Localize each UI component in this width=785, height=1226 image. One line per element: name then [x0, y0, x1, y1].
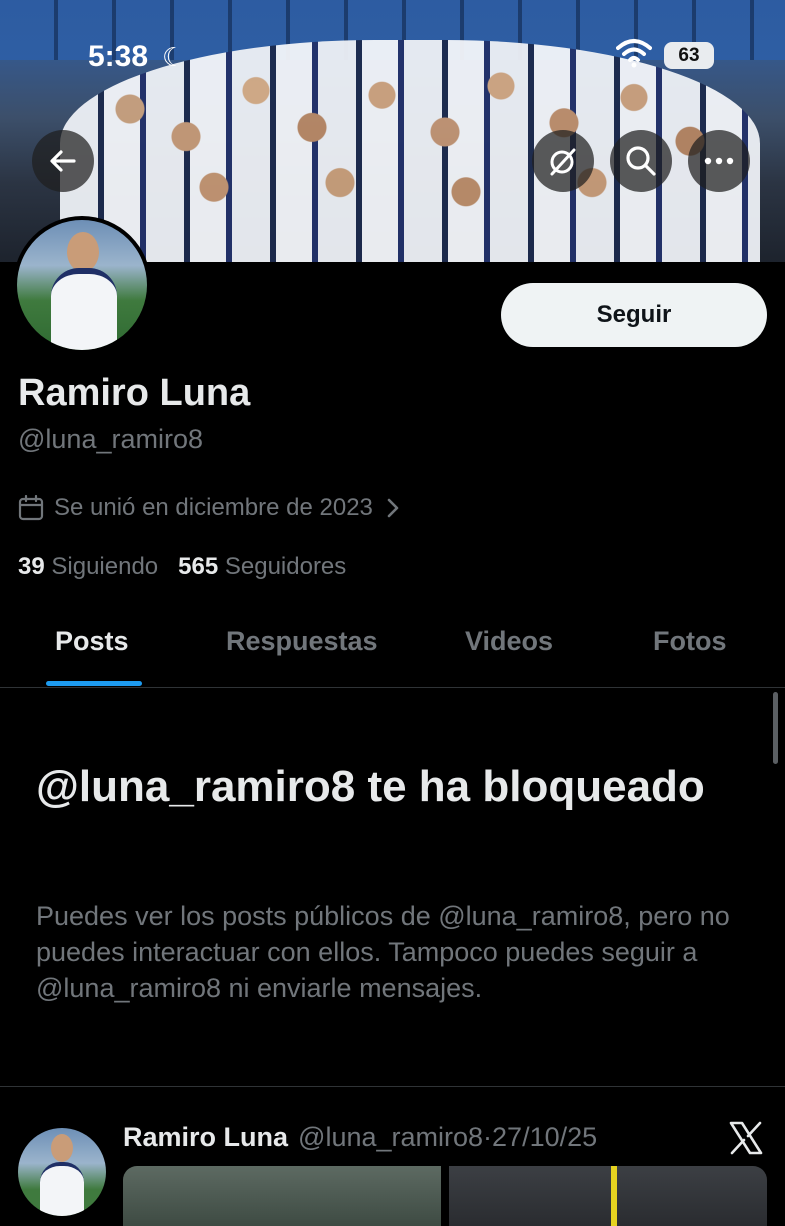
tab-fotos[interactable]: Fotos — [653, 626, 727, 657]
tab-videos[interactable]: Videos — [465, 626, 553, 657]
back-button[interactable] — [32, 130, 94, 192]
profile-tabs: Posts Respuestas Videos Fotos — [0, 600, 785, 688]
section-divider — [0, 1086, 785, 1087]
calendar-icon — [18, 495, 44, 521]
x-logo-icon — [729, 1121, 763, 1155]
following-count: 39 — [18, 553, 45, 580]
profile-avatar[interactable] — [13, 216, 151, 354]
scrollbar[interactable] — [773, 692, 778, 764]
back-arrow-icon — [50, 150, 76, 172]
chevron-right-icon — [387, 498, 399, 518]
tab-posts[interactable]: Posts — [55, 626, 129, 657]
profile-handle: @luna_ramiro8 — [18, 424, 203, 454]
follow-counts: 39 Siguiendo 565 Seguidores — [18, 553, 346, 581]
post-separator: · — [483, 1122, 493, 1152]
search-button[interactable] — [610, 130, 672, 192]
search-icon — [626, 146, 656, 176]
tab-respuestas[interactable]: Respuestas — [226, 626, 378, 657]
followers-count: 565 — [178, 553, 219, 580]
followers-link[interactable]: 565 Seguidores — [178, 553, 346, 580]
blocked-title: @luna_ramiro8 te ha bloqueado — [36, 762, 705, 811]
joined-text: Se unió en diciembre de 2023 — [54, 494, 373, 521]
status-time: 5:38 — [88, 40, 149, 73]
grok-button[interactable] — [532, 130, 594, 192]
post-avatar[interactable] — [18, 1128, 106, 1216]
following-label: Siguiendo — [51, 553, 159, 580]
more-icon — [704, 157, 734, 165]
post-media-2[interactable] — [449, 1166, 767, 1226]
blocked-description: Puedes ver los posts públicos de @luna_r… — [36, 901, 730, 1003]
following-link[interactable]: 39 Siguiendo — [18, 553, 158, 580]
post-date[interactable]: 27/10/25 — [492, 1122, 597, 1152]
follow-button[interactable]: Seguir — [501, 283, 767, 347]
post-author-name[interactable]: Ramiro Luna — [123, 1122, 288, 1152]
profile-name: Ramiro Luna — [18, 372, 251, 414]
post-header: Ramiro Luna @luna_ramiro8·27/10/25 — [123, 1122, 597, 1153]
followers-label: Seguidores — [224, 553, 347, 580]
post-author-handle[interactable]: @luna_ramiro8 — [298, 1122, 483, 1152]
status-bar: 5:38 ☾ 63 — [0, 30, 785, 82]
active-tab-indicator — [46, 681, 142, 686]
avatar-photo — [17, 220, 147, 350]
battery-indicator: 63 — [664, 42, 714, 69]
post-media-1[interactable] — [123, 1166, 441, 1226]
more-button[interactable] — [688, 130, 750, 192]
grok-icon — [550, 148, 576, 176]
joined-date-row[interactable]: Se unió en diciembre de 2023 — [18, 494, 401, 522]
moon-icon: ☾ — [162, 42, 186, 72]
wifi-icon — [616, 39, 652, 68]
